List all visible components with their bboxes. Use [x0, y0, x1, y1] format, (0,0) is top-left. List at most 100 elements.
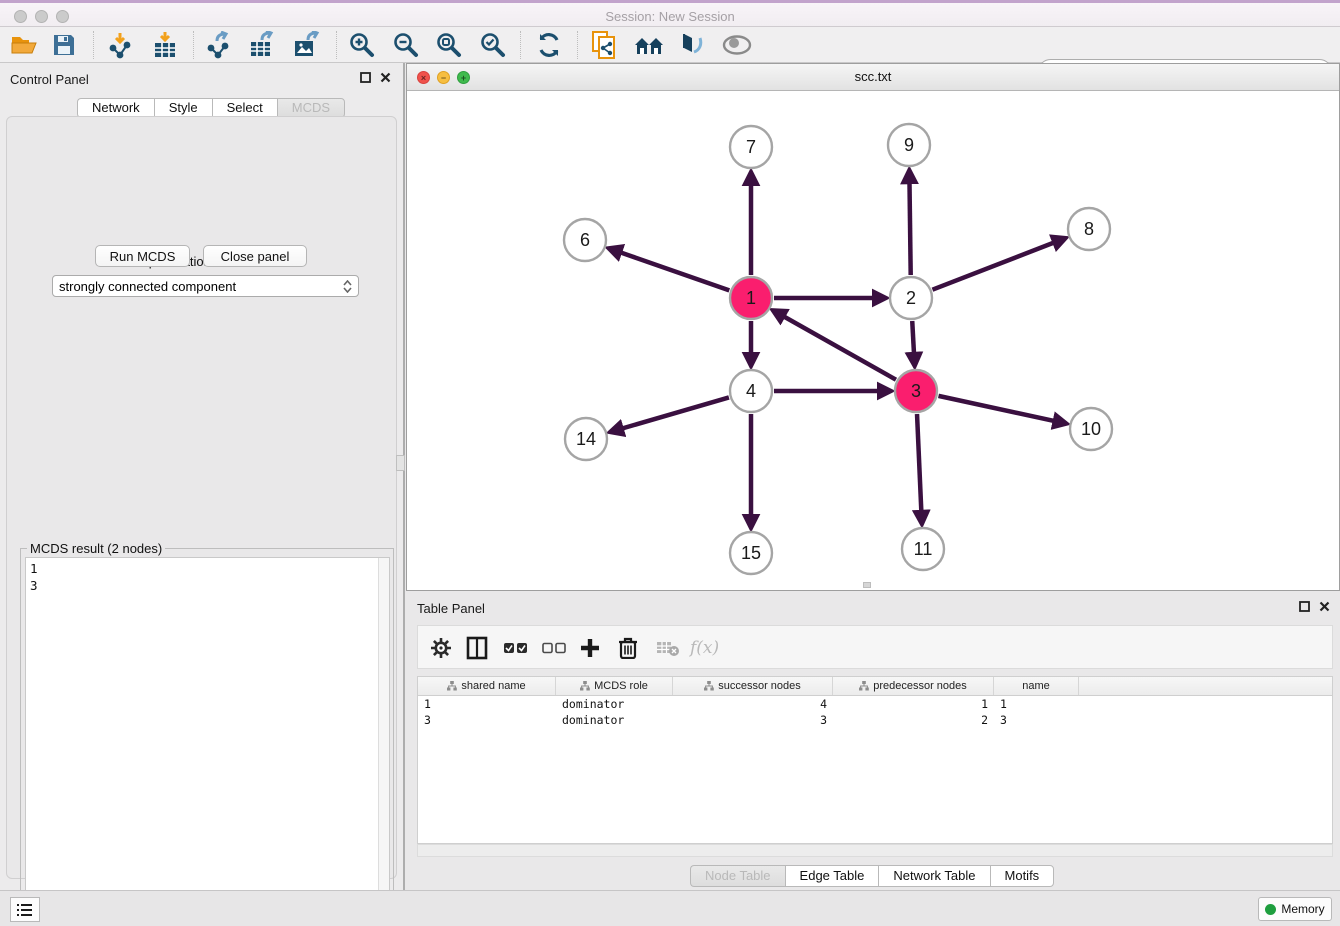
export-network-icon[interactable]	[202, 30, 234, 60]
memory-button[interactable]: Memory	[1258, 897, 1332, 921]
node-9[interactable]: 9	[888, 124, 930, 166]
deselect-checkbox-icon[interactable]	[542, 633, 566, 663]
export-table-icon[interactable]	[246, 30, 278, 60]
mcds-result-area[interactable]: 1 3	[25, 557, 390, 925]
network-file-icon[interactable]	[589, 30, 621, 60]
columns-icon[interactable]	[466, 633, 488, 663]
node-6[interactable]: 6	[564, 219, 606, 261]
add-row-icon[interactable]	[580, 633, 600, 663]
zoom-in-icon[interactable]	[346, 30, 378, 60]
table-tab-edge-table[interactable]: Edge Table	[785, 865, 879, 887]
cell-name[interactable]: 3	[994, 712, 1079, 728]
column-header-mcds-role[interactable]: MCDS role	[556, 677, 673, 695]
float-table-panel-icon[interactable]	[1299, 601, 1310, 612]
node-14[interactable]: 14	[565, 418, 607, 460]
cell-shared-name[interactable]: 1	[418, 696, 556, 712]
refresh-layout-icon[interactable]	[533, 30, 565, 60]
edge-2-3[interactable]	[912, 321, 914, 365]
cell-mcds-role[interactable]: dominator	[556, 712, 673, 728]
edge-4-14[interactable]	[611, 397, 729, 431]
save-session-icon[interactable]	[48, 30, 80, 60]
table-tab-network-table[interactable]: Network Table	[878, 865, 989, 887]
close-panel-button[interactable]: Close panel	[203, 245, 307, 267]
task-history-button[interactable]	[10, 897, 40, 922]
cell-shared-name[interactable]: 3	[418, 712, 556, 728]
optimization-criterion-label: Optimization criterion:	[7, 254, 396, 269]
node-10[interactable]: 10	[1070, 408, 1112, 450]
close-panel-icon[interactable]	[380, 72, 391, 83]
delete-table-icon[interactable]	[656, 633, 680, 663]
run-mcds-button[interactable]: Run MCDS	[95, 245, 190, 267]
node-label: 6	[580, 230, 590, 250]
zoom-selected-icon[interactable]	[477, 30, 509, 60]
node-label: 4	[746, 381, 756, 401]
column-header-shared-name[interactable]: shared name	[418, 677, 556, 695]
node-4[interactable]: 4	[730, 370, 772, 412]
node-11[interactable]: 11	[902, 528, 944, 570]
home-icon[interactable]	[633, 30, 665, 60]
splitter-handle[interactable]	[396, 455, 405, 471]
cell-predecessor-nodes[interactable]: 1	[833, 696, 994, 712]
tab-select[interactable]: Select	[212, 98, 277, 118]
network-resize-handle[interactable]	[863, 582, 871, 588]
network-graph-canvas[interactable]: 1 2 3 4 6 7 8 9 10 11 14 15	[407, 91, 1339, 590]
node-7[interactable]: 7	[730, 126, 772, 168]
column-type-icon	[859, 681, 869, 691]
table-hscrollbar[interactable]	[417, 844, 1333, 857]
node-3[interactable]: 3	[895, 370, 937, 412]
cell-name[interactable]: 1	[994, 696, 1079, 712]
edge-3-10[interactable]	[938, 396, 1065, 424]
table-row[interactable]: 3dominator323	[418, 712, 1332, 728]
panel-splitter[interactable]	[403, 63, 405, 890]
cell-predecessor-nodes[interactable]: 2	[833, 712, 994, 728]
node-2[interactable]: 2	[890, 277, 932, 319]
control-panel-tabs: NetworkStyleSelectMCDS	[77, 98, 345, 118]
node-label: 9	[904, 135, 914, 155]
table-tab-node-table[interactable]: Node Table	[690, 865, 785, 887]
float-panel-icon[interactable]	[360, 72, 371, 83]
node-8[interactable]: 8	[1068, 208, 1110, 250]
tab-network[interactable]: Network	[77, 98, 154, 118]
close-table-panel-icon[interactable]	[1319, 601, 1330, 612]
zoom-fit-icon[interactable]	[433, 30, 465, 60]
cell-successor-nodes[interactable]: 3	[673, 712, 833, 728]
table-tab-motifs[interactable]: Motifs	[990, 865, 1055, 887]
node-1[interactable]: 1	[730, 277, 772, 319]
delete-row-icon[interactable]	[618, 633, 638, 663]
column-header-name[interactable]: name	[994, 677, 1079, 695]
import-table-icon[interactable]	[149, 30, 181, 60]
gear-icon[interactable]	[430, 633, 452, 663]
edge-2-8[interactable]	[932, 238, 1064, 289]
zoom-out-icon[interactable]	[390, 30, 422, 60]
column-type-icon	[704, 681, 714, 691]
node-table[interactable]: shared nameMCDS role successor nodes prede…	[417, 676, 1333, 844]
cell-successor-nodes[interactable]: 4	[673, 696, 833, 712]
column-header-predecessor-nodes[interactable]: predecessor nodes	[833, 677, 994, 695]
function-builder-icon[interactable]: f(x)	[690, 633, 719, 663]
control-panel-title: Control Panel	[10, 72, 89, 87]
column-label: successor nodes	[718, 680, 801, 692]
edge-3-11[interactable]	[917, 414, 922, 523]
edge-1-6[interactable]	[610, 249, 730, 291]
optimization-criterion-select[interactable]: strongly connected component	[52, 275, 359, 297]
column-header-successor-nodes[interactable]: successor nodes	[673, 677, 833, 695]
result-scrollbar[interactable]	[378, 558, 389, 924]
edge-3-1[interactable]	[774, 311, 896, 380]
table-tabs: Node TableEdge TableNetwork TableMotifs	[690, 865, 1054, 887]
select-all-checkbox-icon[interactable]	[504, 633, 528, 663]
mcds-panel: Optimization criterion: strongly connect…	[6, 116, 397, 879]
open-file-icon[interactable]	[8, 30, 40, 60]
import-network-icon[interactable]	[104, 30, 136, 60]
node-15[interactable]: 15	[730, 532, 772, 574]
memory-status-icon	[1265, 904, 1276, 915]
network-window-titlebar[interactable]: × − + scc.txt	[407, 64, 1339, 91]
eye-icon[interactable]	[721, 30, 753, 60]
tab-mcds[interactable]: MCDS	[277, 98, 345, 118]
table-row[interactable]: 1dominator411	[418, 696, 1332, 712]
cell-mcds-role[interactable]: dominator	[556, 696, 673, 712]
export-image-icon[interactable]	[290, 30, 322, 60]
hide-annotations-icon[interactable]	[676, 30, 708, 60]
edge-2-9[interactable]	[909, 171, 910, 275]
tab-style[interactable]: Style	[154, 98, 212, 118]
node-label: 8	[1084, 219, 1094, 239]
